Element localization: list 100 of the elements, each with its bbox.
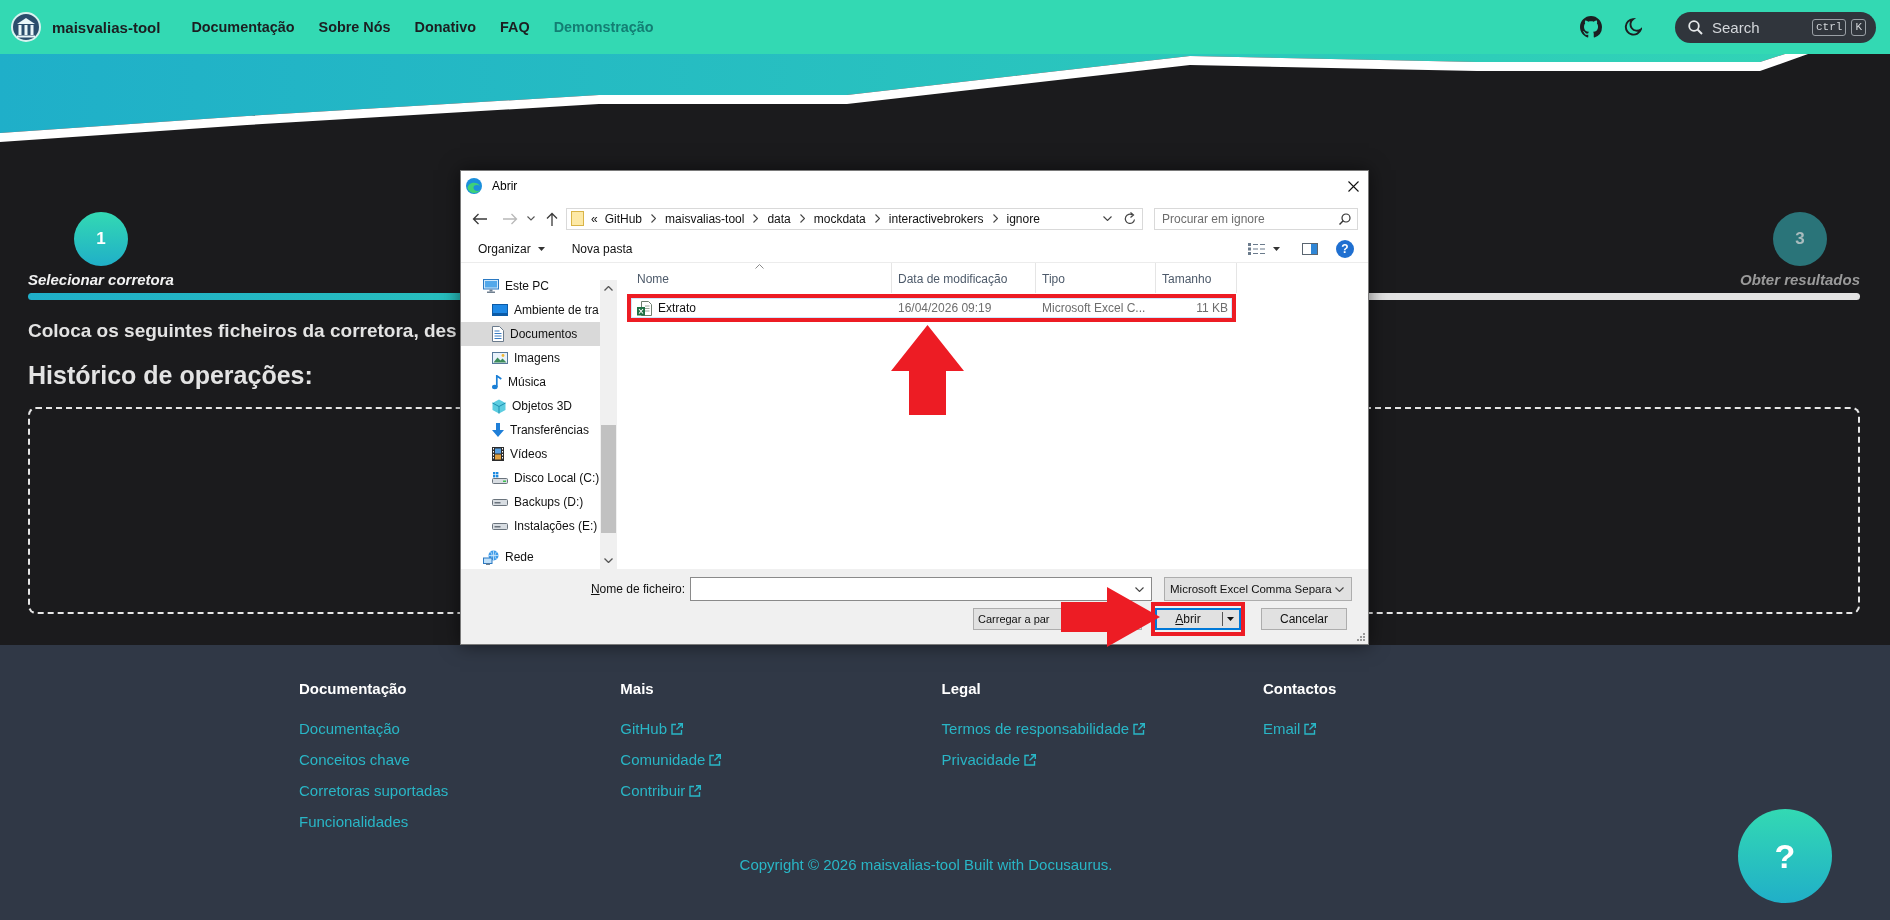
nav-link[interactable]: FAQ bbox=[488, 19, 542, 35]
footer-link[interactable]: Comunidade bbox=[620, 749, 722, 771]
external-link-icon bbox=[709, 754, 722, 766]
brand-link[interactable]: maisvalias-tool bbox=[11, 12, 161, 42]
caret-down-icon[interactable] bbox=[527, 216, 535, 221]
footer-link[interactable]: Termos de responsabilidade bbox=[941, 718, 1146, 740]
external-link-icon bbox=[671, 723, 683, 735]
nav-pane-item[interactable]: Transferências bbox=[461, 418, 600, 442]
scrollbar-thumb[interactable] bbox=[601, 425, 616, 533]
column-header[interactable]: Data de modificação bbox=[892, 263, 1036, 293]
nav-pane-item[interactable]: Disco Local (C:) bbox=[461, 466, 600, 490]
footer-link[interactable]: GitHub bbox=[620, 718, 683, 740]
nav-pane-item[interactable]: Ambiente de tra bbox=[461, 298, 600, 322]
drive-icon bbox=[492, 498, 508, 506]
breadcrumb-segment[interactable]: GitHub bbox=[604, 211, 643, 226]
breadcrumb-segment[interactable]: maisvalias-tool bbox=[665, 211, 745, 226]
instruction-text: Coloca os seguintes ficheiros da corretora, des bbox=[28, 320, 457, 342]
drive-icon bbox=[492, 522, 508, 530]
nav-pane-item[interactable]: Documentos bbox=[461, 322, 600, 346]
footer-link[interactable]: Funcionalidades bbox=[299, 811, 409, 833]
footer-link[interactable]: Email bbox=[1262, 718, 1317, 740]
search-icon bbox=[1688, 19, 1703, 35]
scroll-down-icon[interactable] bbox=[604, 558, 613, 563]
external-link-icon bbox=[1304, 723, 1317, 735]
footer-column-title: Documentação bbox=[299, 679, 407, 699]
dialog-button[interactable]: Cancelar bbox=[1261, 608, 1347, 630]
breadcrumb-segment[interactable]: data bbox=[767, 211, 791, 226]
cube-icon bbox=[492, 398, 506, 414]
breadcrumb-segment[interactable]: mockdata bbox=[813, 211, 866, 226]
footer-link[interactable]: Privacidade bbox=[941, 749, 1036, 771]
file-modified-date: 16/04/2026 09:19 bbox=[897, 301, 993, 315]
nav-pane-item[interactable]: Imagens bbox=[461, 346, 600, 370]
step-number: 1 bbox=[73, 212, 128, 266]
address-bar[interactable]: « GitHub maisvalias-tool data mockdata interactivebrokers ignore bbox=[566, 207, 1143, 230]
footer-link[interactable]: Conceitos chave bbox=[299, 749, 410, 771]
chevron-right-icon bbox=[651, 214, 657, 223]
spreadsheet-file-icon bbox=[637, 300, 652, 316]
film-icon bbox=[492, 447, 504, 461]
open-button[interactable]: Abrir bbox=[1155, 608, 1241, 630]
chevron-right-icon bbox=[753, 214, 759, 223]
music-note-icon bbox=[492, 374, 502, 390]
resize-grip-icon[interactable] bbox=[1357, 633, 1365, 641]
up-arrow-icon[interactable] bbox=[546, 211, 558, 226]
footer-link[interactable]: Documentação bbox=[299, 718, 400, 740]
column-header[interactable]: Tipo bbox=[1036, 263, 1156, 293]
breadcrumb-segment[interactable]: ignore bbox=[1006, 211, 1040, 226]
moon-icon[interactable] bbox=[1624, 17, 1642, 37]
chevron-right-icon bbox=[799, 214, 805, 223]
nav-link[interactable]: Sobre Nós bbox=[306, 19, 403, 35]
column-header[interactable]: Nome bbox=[627, 263, 892, 293]
chevron-down-icon[interactable] bbox=[1135, 587, 1144, 592]
section-heading: Histórico de operações: bbox=[28, 360, 313, 391]
footer-link[interactable]: Contribuir bbox=[620, 780, 702, 802]
view-options-icon[interactable] bbox=[1248, 243, 1265, 255]
step-label: Obter resultados bbox=[1739, 270, 1860, 290]
keyboard-key: K bbox=[1851, 18, 1866, 36]
logo-icon bbox=[11, 12, 41, 42]
file-type: Microsoft Excel C... bbox=[1041, 301, 1147, 315]
nav-pane-item[interactable]: Backups (D:) bbox=[461, 490, 600, 514]
nav-link[interactable]: Documentação bbox=[179, 19, 307, 35]
nav-pane-item[interactable]: Instalações (E:) bbox=[461, 514, 600, 538]
nav-link[interactable]: Donativo bbox=[402, 19, 489, 35]
scrollbar[interactable] bbox=[600, 280, 617, 569]
preview-pane-icon[interactable] bbox=[1302, 243, 1318, 255]
footer-column-title: Contactos bbox=[1262, 679, 1337, 699]
help-button[interactable]: ? bbox=[1336, 240, 1354, 258]
nav-pane-item[interactable]: Este PC bbox=[461, 274, 600, 298]
chevron-right-icon bbox=[874, 214, 880, 223]
file-type-dropdown[interactable]: Microsoft Excel Comma Separa bbox=[1164, 577, 1352, 601]
search-icon bbox=[1339, 212, 1351, 225]
nav-pane-item[interactable]: Música bbox=[461, 370, 600, 394]
chevron-down-icon[interactable] bbox=[1103, 216, 1112, 221]
nav-pane-item[interactable]: Objetos 3D bbox=[461, 394, 600, 418]
scroll-up-icon[interactable] bbox=[604, 286, 613, 291]
search-field[interactable]: Procurar em ignore bbox=[1154, 207, 1358, 230]
close-icon[interactable] bbox=[1348, 180, 1359, 192]
nav-pane-item[interactable]: Vídeos bbox=[461, 442, 600, 466]
footer-link[interactable]: Corretoras suportadas bbox=[299, 780, 449, 802]
computer-icon bbox=[483, 279, 499, 293]
drive-icon bbox=[492, 472, 508, 484]
external-link-icon bbox=[1024, 754, 1036, 766]
nav-pane-item[interactable]: Rede bbox=[461, 545, 600, 569]
back-arrow-icon[interactable] bbox=[472, 212, 487, 225]
file-size: 11 KB bbox=[1195, 301, 1229, 315]
copyright-text: Copyright © 2026 maisvalias-tool Built with Docusaurus. bbox=[739, 855, 1113, 875]
file-row[interactable]: Extrato 16/04/2026 09:19 Microsoft Excel C... 11 KB bbox=[631, 298, 1232, 318]
refresh-icon[interactable] bbox=[1124, 212, 1136, 225]
organize-button[interactable]: Organizar bbox=[478, 242, 545, 256]
breadcrumb-overflow[interactable]: « bbox=[591, 211, 598, 226]
breadcrumb-segment[interactable]: interactivebrokers bbox=[888, 211, 984, 226]
folder-icon bbox=[571, 211, 584, 226]
desktop-icon bbox=[492, 304, 508, 316]
column-header[interactable]: Tamanho bbox=[1156, 263, 1237, 293]
github-icon[interactable] bbox=[1580, 16, 1602, 38]
filename-field[interactable] bbox=[690, 577, 1152, 601]
sort-caret-icon bbox=[755, 264, 764, 269]
document-icon bbox=[492, 326, 504, 342]
new-folder-button[interactable]: Nova pasta bbox=[571, 242, 633, 256]
caret-down-icon[interactable] bbox=[1273, 247, 1280, 251]
footer-column-title: Legal bbox=[941, 679, 981, 699]
